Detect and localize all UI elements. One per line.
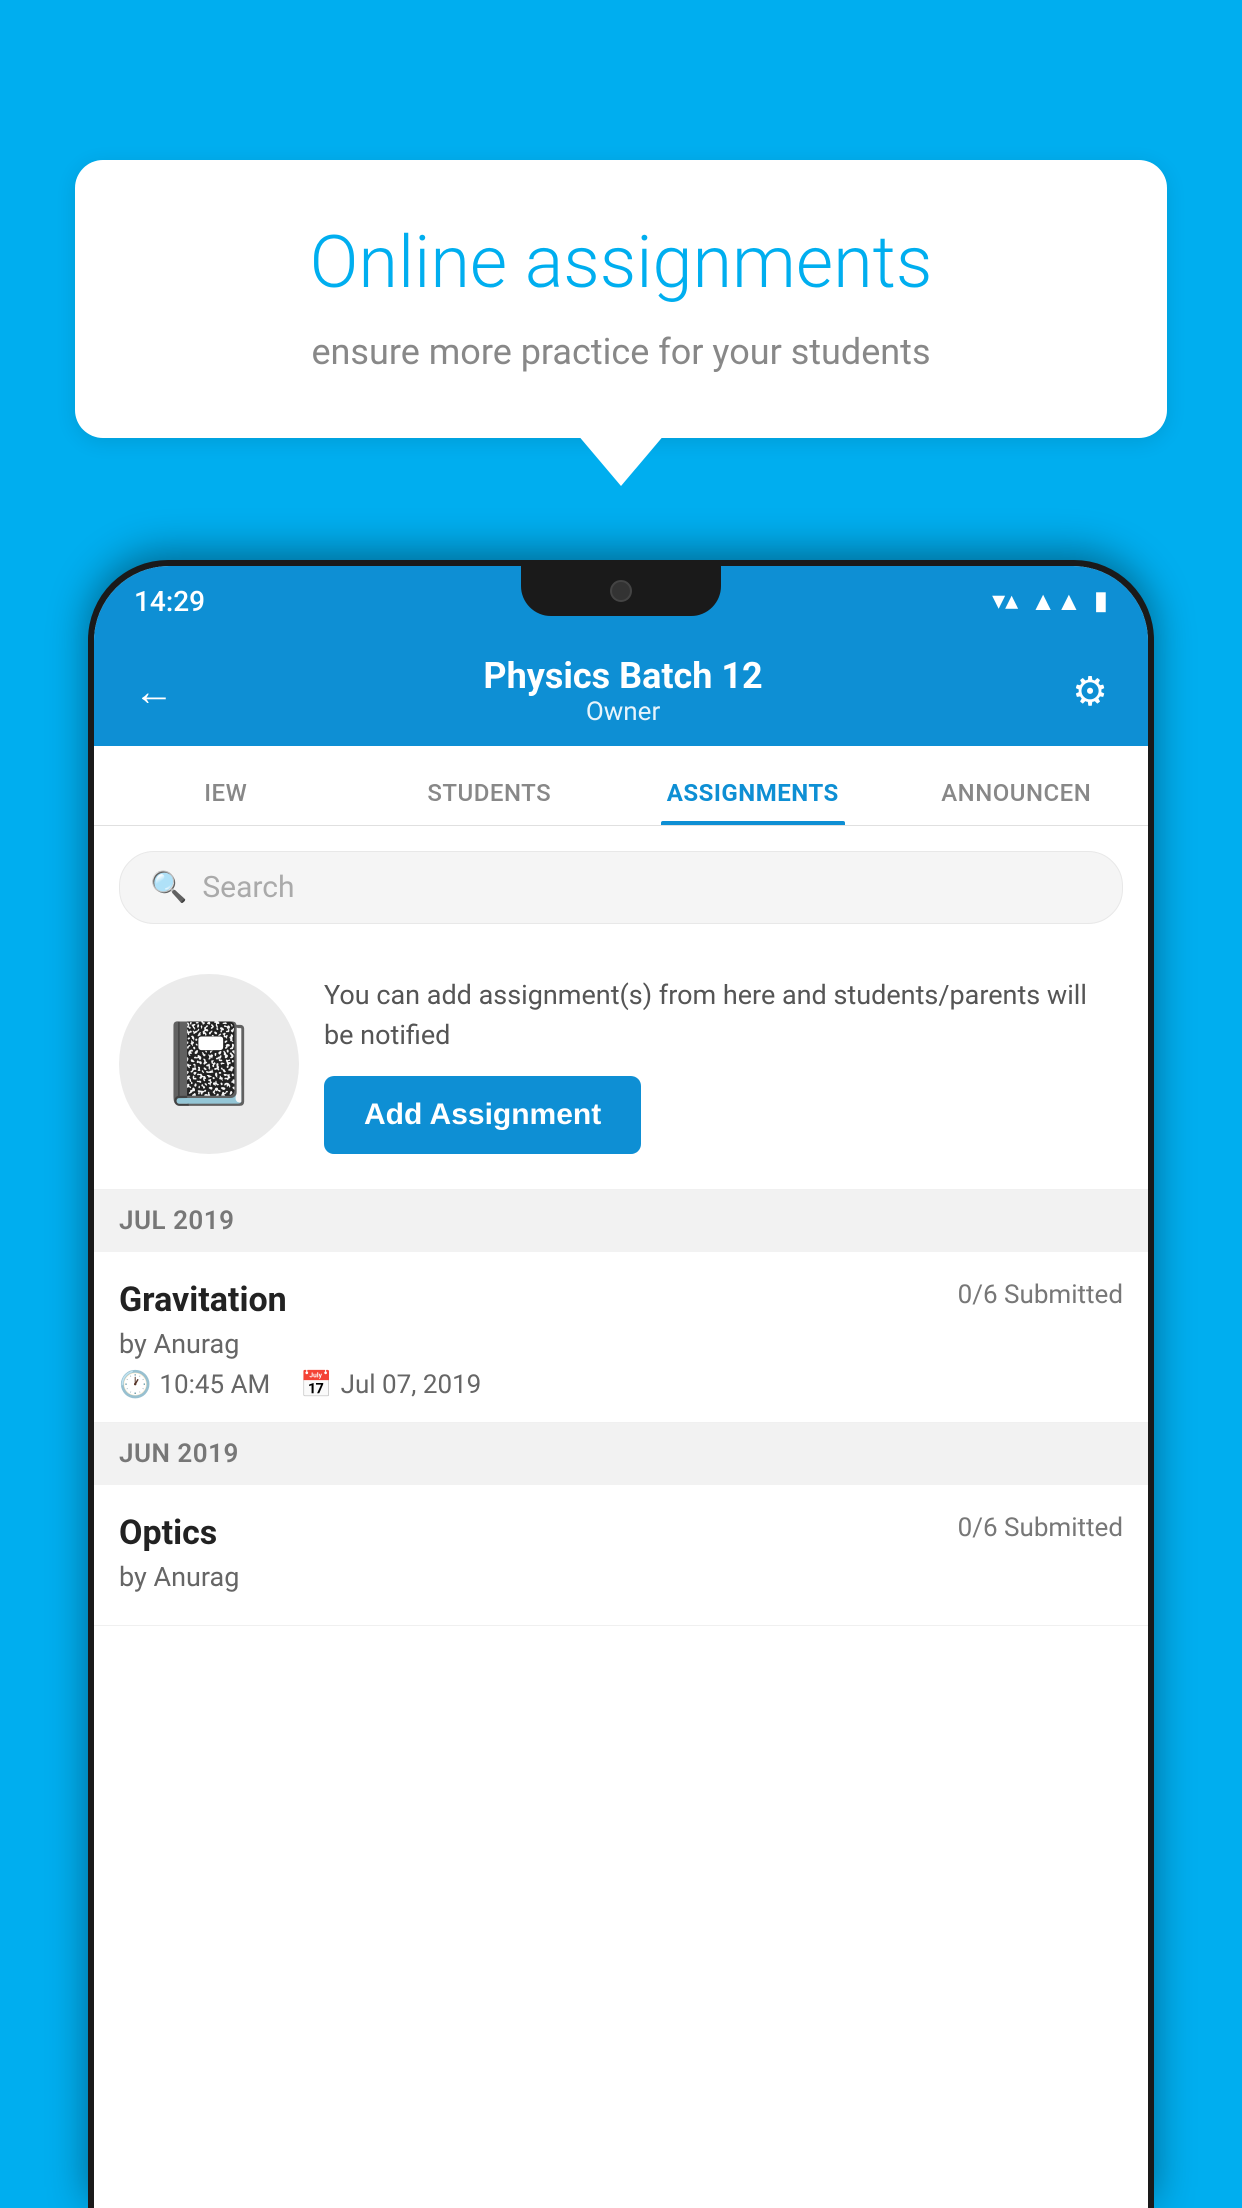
cta-description: You can add assignment(s) from here and …	[324, 975, 1123, 1056]
promo-title: Online assignments	[155, 220, 1087, 306]
optics-author: by Anurag	[119, 1561, 1123, 1593]
assignment-time: 10:45 AM	[159, 1370, 270, 1400]
promo-subtitle: ensure more practice for your students	[155, 331, 1087, 373]
meta-time: 🕐 10:45 AM	[119, 1370, 270, 1400]
tab-announcements[interactable]: ANNOUNCEN	[885, 779, 1149, 825]
phone-frame: 14:29 ▾▴ ▲▲ ▮ ← Physics Batch 12 Owner ⚙	[88, 560, 1154, 2208]
optics-submitted: 0/6 Submitted	[958, 1513, 1123, 1543]
calendar-icon: 📅	[300, 1370, 332, 1400]
content-area: 🔍 Search 📓 You can add assignment(s) fro…	[94, 826, 1148, 2208]
optics-name: Optics	[119, 1513, 217, 1553]
cta-right: You can add assignment(s) from here and …	[324, 975, 1123, 1154]
search-placeholder: Search	[202, 870, 294, 905]
speech-bubble: Online assignments ensure more practice …	[75, 160, 1167, 438]
batch-role: Owner	[184, 697, 1062, 727]
section-header-jun: JUN 2019	[94, 1423, 1148, 1485]
cta-block: 📓 You can add assignment(s) from here an…	[94, 944, 1148, 1190]
assignment-date: Jul 07, 2019	[341, 1370, 482, 1400]
batch-title: Physics Batch 12	[184, 655, 1062, 697]
clock-icon: 🕐	[119, 1370, 151, 1400]
assignment-row-top-optics: Optics 0/6 Submitted	[119, 1513, 1123, 1553]
notch	[521, 566, 721, 616]
assignment-name: Gravitation	[119, 1280, 287, 1320]
search-icon: 🔍	[150, 870, 187, 905]
status-time: 14:29	[134, 585, 205, 618]
assignment-gravitation[interactable]: Gravitation 0/6 Submitted by Anurag 🕐 10…	[94, 1252, 1148, 1423]
tab-assignments[interactable]: ASSIGNMENTS	[621, 779, 885, 825]
notebook-icon: 📓	[159, 1017, 259, 1111]
phone-inner: 14:29 ▾▴ ▲▲ ▮ ← Physics Batch 12 Owner ⚙	[94, 566, 1148, 2208]
wifi-icon: ▾▴	[992, 586, 1018, 616]
status-icons: ▾▴ ▲▲ ▮	[992, 586, 1108, 617]
search-bar[interactable]: 🔍 Search	[119, 851, 1123, 924]
assignment-meta: 🕐 10:45 AM 📅 Jul 07, 2019	[119, 1370, 1123, 1400]
camera-dot	[610, 580, 632, 602]
promo-container: Online assignments ensure more practice …	[75, 160, 1167, 438]
tabs-bar: IEW STUDENTS ASSIGNMENTS ANNOUNCEN	[94, 746, 1148, 826]
screen-content: 14:29 ▾▴ ▲▲ ▮ ← Physics Batch 12 Owner ⚙	[94, 566, 1148, 2208]
section-header-jul: JUL 2019	[94, 1190, 1148, 1252]
assignment-submitted: 0/6 Submitted	[958, 1280, 1123, 1310]
back-button[interactable]: ←	[124, 658, 184, 725]
signal-icon: ▲▲	[1030, 586, 1081, 617]
assignment-optics[interactable]: Optics 0/6 Submitted by Anurag	[94, 1485, 1148, 1626]
assignment-row-top: Gravitation 0/6 Submitted	[119, 1280, 1123, 1320]
assignment-author: by Anurag	[119, 1328, 1123, 1360]
battery-icon: ▮	[1094, 586, 1108, 616]
app-header: ← Physics Batch 12 Owner ⚙	[94, 636, 1148, 746]
settings-gear-icon[interactable]: ⚙	[1062, 658, 1118, 725]
meta-date: 📅 Jul 07, 2019	[300, 1370, 481, 1400]
add-assignment-button[interactable]: Add Assignment	[324, 1076, 641, 1154]
header-center: Physics Batch 12 Owner	[184, 655, 1062, 727]
tab-iew[interactable]: IEW	[94, 779, 358, 825]
assignment-icon-circle: 📓	[119, 974, 299, 1154]
tab-students[interactable]: STUDENTS	[358, 779, 622, 825]
